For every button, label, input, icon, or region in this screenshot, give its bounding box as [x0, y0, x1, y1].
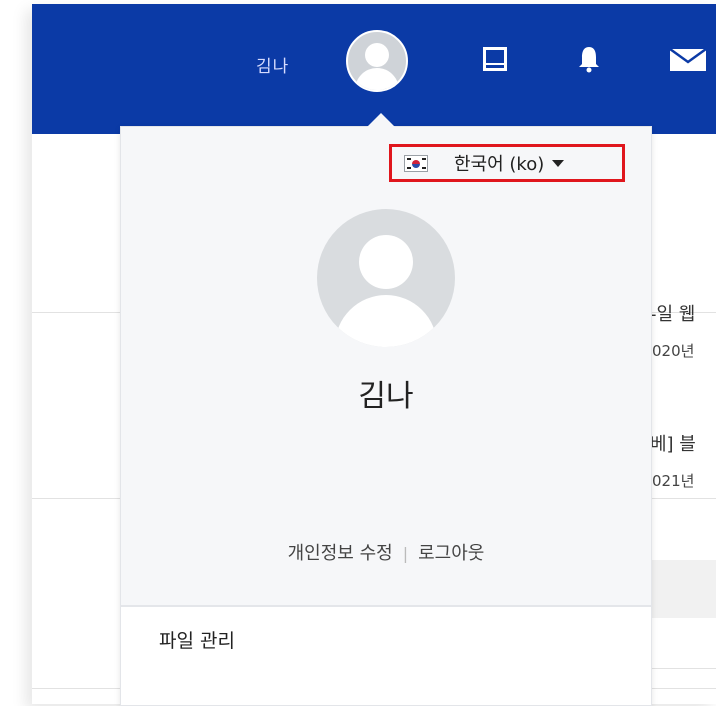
navbar-avatar-icon[interactable]: [346, 30, 408, 92]
logout-link[interactable]: 로그아웃: [418, 543, 484, 564]
language-label: 한국어 (ko): [454, 154, 545, 175]
bell-icon[interactable]: [574, 44, 604, 74]
menu-item-file-management[interactable]: 파일 관리: [121, 607, 651, 705]
post-date: 021년: [652, 472, 695, 490]
post-date: 020년: [652, 342, 695, 360]
chevron-down-icon: [552, 159, 565, 167]
avatar: [317, 209, 455, 347]
korea-flag-icon: [404, 154, 428, 172]
post-title[interactable]: -일 웹: [650, 300, 695, 326]
table-header-band: [650, 560, 716, 618]
link-separator: |: [402, 544, 409, 563]
edit-profile-link[interactable]: 개인정보 수정: [288, 543, 393, 564]
table-divider: [650, 668, 716, 669]
profile-name: 김나: [358, 379, 414, 414]
book-icon[interactable]: [480, 44, 510, 74]
language-selector[interactable]: 한국어 (ko): [389, 144, 625, 182]
navbar-user-name[interactable]: 김나: [256, 52, 289, 77]
user-menu-popup: 한국어 (ko) 김나 개인정보 수정 | 로그아웃 파일 관리: [120, 113, 652, 706]
profile-links: 개인정보 수정 | 로그아웃: [121, 539, 651, 565]
menu-item-label: 파일 관리: [159, 630, 235, 652]
envelope-icon[interactable]: [668, 44, 708, 74]
post-title[interactable]: 베] 블: [650, 430, 696, 456]
popup-caret: [367, 113, 395, 127]
screen: 김나 -일 웹 020년 베] 블 021년 한국어 (ko) 김나 개인정보 …: [0, 0, 716, 706]
